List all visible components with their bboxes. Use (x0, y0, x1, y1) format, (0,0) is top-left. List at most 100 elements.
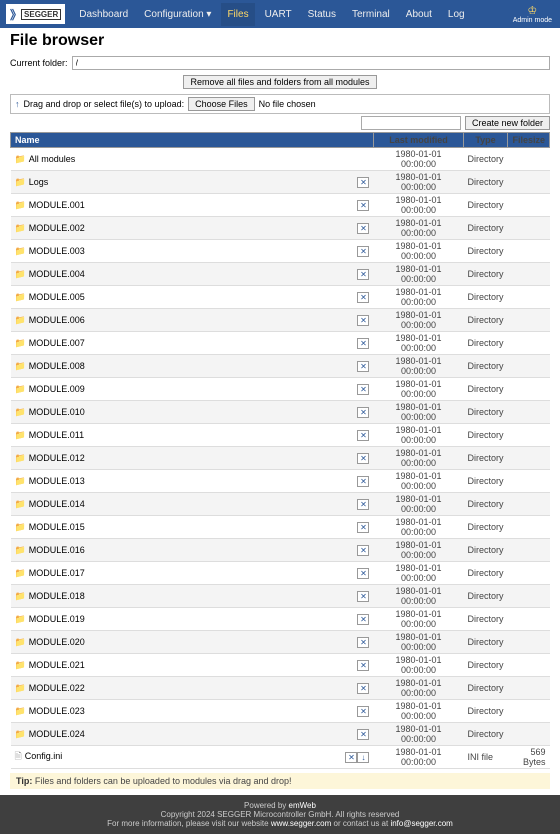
row-type: Directory (463, 171, 507, 194)
row-name: MODULE.014 (29, 499, 85, 509)
delete-button[interactable]: ✕ (357, 522, 369, 533)
table-row[interactable]: 📁MODULE.013✕1980-01-01 00:00:00Directory (11, 470, 550, 493)
table-row[interactable]: 📁MODULE.003✕1980-01-01 00:00:00Directory (11, 240, 550, 263)
delete-button[interactable]: ✕ (357, 269, 369, 280)
delete-button[interactable]: ✕ (357, 430, 369, 441)
folder-icon: 📁 (15, 499, 26, 509)
delete-button[interactable]: ✕ (357, 614, 369, 625)
delete-button[interactable]: ✕ (357, 384, 369, 395)
current-folder-label: Current folder: (10, 58, 68, 68)
delete-button[interactable]: ✕ (357, 545, 369, 556)
row-name: MODULE.019 (29, 614, 85, 624)
table-row[interactable]: 📁MODULE.015✕1980-01-01 00:00:00Directory (11, 516, 550, 539)
table-row[interactable]: 📁MODULE.008✕1980-01-01 00:00:00Directory (11, 355, 550, 378)
table-row[interactable]: 📁MODULE.024✕1980-01-01 00:00:00Directory (11, 723, 550, 746)
row-modified: 1980-01-01 00:00:00 (373, 424, 463, 447)
folder-icon: 📁 (15, 430, 26, 440)
file-icon: 🗎 (15, 751, 22, 761)
delete-button[interactable]: ✕ (357, 177, 369, 188)
row-modified: 1980-01-01 00:00:00 (373, 332, 463, 355)
delete-button[interactable]: ✕ (357, 407, 369, 418)
create-folder-button[interactable]: Create new folder (465, 116, 550, 130)
choose-files-button[interactable]: Choose Files (188, 97, 255, 111)
footer-emweb-link[interactable]: emWeb (289, 801, 316, 810)
footer-url-link[interactable]: www.segger.com (271, 819, 331, 828)
table-row[interactable]: 📁MODULE.004✕1980-01-01 00:00:00Directory (11, 263, 550, 286)
th-size[interactable]: Filesize (508, 133, 550, 148)
nav-item-configuration-[interactable]: Configuration ▾ (138, 3, 217, 26)
table-row[interactable]: 📁MODULE.001✕1980-01-01 00:00:00Directory (11, 194, 550, 217)
remove-all-button[interactable]: Remove all files and folders from all mo… (183, 75, 376, 89)
row-type: Directory (463, 654, 507, 677)
table-row[interactable]: 📁MODULE.023✕1980-01-01 00:00:00Directory (11, 700, 550, 723)
download-button[interactable]: ↓ (357, 752, 369, 763)
upload-bar[interactable]: ↑ Drag and drop or select file(s) to upl… (10, 94, 550, 114)
row-size (508, 309, 550, 332)
table-row[interactable]: 📁MODULE.017✕1980-01-01 00:00:00Directory (11, 562, 550, 585)
row-modified: 1980-01-01 00:00:00 (373, 723, 463, 746)
delete-button[interactable]: ✕ (357, 729, 369, 740)
footer-email-link[interactable]: info@segger.com (390, 819, 452, 828)
table-row[interactable]: 📁Logs✕1980-01-01 00:00:00Directory (11, 171, 550, 194)
table-row[interactable]: 📁MODULE.022✕1980-01-01 00:00:00Directory (11, 677, 550, 700)
delete-button[interactable]: ✕ (357, 223, 369, 234)
nav-item-files[interactable]: Files (221, 3, 254, 26)
folder-icon: 📁 (15, 453, 26, 463)
table-row[interactable]: 📁MODULE.012✕1980-01-01 00:00:00Directory (11, 447, 550, 470)
table-row[interactable]: 📁MODULE.006✕1980-01-01 00:00:00Directory (11, 309, 550, 332)
delete-button[interactable]: ✕ (357, 200, 369, 211)
nav-item-about[interactable]: About (400, 3, 438, 26)
nav-item-uart[interactable]: UART (259, 3, 298, 26)
delete-button[interactable]: ✕ (357, 683, 369, 694)
delete-button[interactable]: ✕ (357, 292, 369, 303)
row-type: Directory (463, 470, 507, 493)
footer-copyright: Copyright 2024 SEGGER Microcontroller Gm… (6, 810, 554, 819)
th-name[interactable]: Name (11, 133, 374, 148)
table-row[interactable]: 📁MODULE.016✕1980-01-01 00:00:00Directory (11, 539, 550, 562)
delete-button[interactable]: ✕ (357, 338, 369, 349)
table-row[interactable]: 📁MODULE.021✕1980-01-01 00:00:00Directory (11, 654, 550, 677)
th-type[interactable]: Type (463, 133, 507, 148)
table-row[interactable]: 📁MODULE.011✕1980-01-01 00:00:00Directory (11, 424, 550, 447)
th-modified[interactable]: Last modified (373, 133, 463, 148)
row-name: MODULE.022 (29, 683, 85, 693)
nav-item-status[interactable]: Status (302, 3, 342, 26)
row-size (508, 171, 550, 194)
table-row[interactable]: 📁MODULE.018✕1980-01-01 00:00:00Directory (11, 585, 550, 608)
delete-button[interactable]: ✕ (357, 499, 369, 510)
current-folder-input[interactable] (72, 56, 550, 70)
table-row[interactable]: 📁MODULE.020✕1980-01-01 00:00:00Directory (11, 631, 550, 654)
logo[interactable]: 》 SEGGER (6, 4, 65, 24)
table-row[interactable]: 📁MODULE.002✕1980-01-01 00:00:00Directory (11, 217, 550, 240)
delete-button[interactable]: ✕ (357, 453, 369, 464)
nav-item-log[interactable]: Log (442, 3, 471, 26)
row-name: Logs (29, 177, 49, 187)
row-name: MODULE.020 (29, 637, 85, 647)
table-row[interactable]: 🗎Config.ini✕↓1980-01-01 00:00:00INI file… (11, 746, 550, 769)
table-row[interactable]: 📁MODULE.005✕1980-01-01 00:00:00Directory (11, 286, 550, 309)
row-type: Directory (463, 217, 507, 240)
delete-button[interactable]: ✕ (357, 591, 369, 602)
row-name: MODULE.012 (29, 453, 85, 463)
table-row[interactable]: 📁MODULE.019✕1980-01-01 00:00:00Directory (11, 608, 550, 631)
table-row[interactable]: 📁MODULE.014✕1980-01-01 00:00:00Directory (11, 493, 550, 516)
table-row[interactable]: 📁MODULE.009✕1980-01-01 00:00:00Directory (11, 378, 550, 401)
delete-button[interactable]: ✕ (357, 315, 369, 326)
nav-item-terminal[interactable]: Terminal (346, 3, 396, 26)
table-row[interactable]: 📁All modules1980-01-01 00:00:00Directory (11, 148, 550, 171)
table-row[interactable]: 📁MODULE.007✕1980-01-01 00:00:00Directory (11, 332, 550, 355)
delete-button[interactable]: ✕ (357, 361, 369, 372)
table-row[interactable]: 📁MODULE.010✕1980-01-01 00:00:00Directory (11, 401, 550, 424)
delete-button[interactable]: ✕ (357, 476, 369, 487)
delete-button[interactable]: ✕ (357, 246, 369, 257)
delete-button[interactable]: ✕ (357, 637, 369, 648)
folder-icon: 📁 (15, 338, 26, 348)
delete-button[interactable]: ✕ (357, 568, 369, 579)
delete-button[interactable]: ✕ (345, 752, 357, 763)
nav-item-dashboard[interactable]: Dashboard (73, 3, 134, 26)
admin-mode[interactable]: ♔ Admin mode (513, 4, 552, 24)
row-type: Directory (463, 539, 507, 562)
delete-button[interactable]: ✕ (357, 706, 369, 717)
delete-button[interactable]: ✕ (357, 660, 369, 671)
new-folder-input[interactable] (361, 116, 461, 130)
